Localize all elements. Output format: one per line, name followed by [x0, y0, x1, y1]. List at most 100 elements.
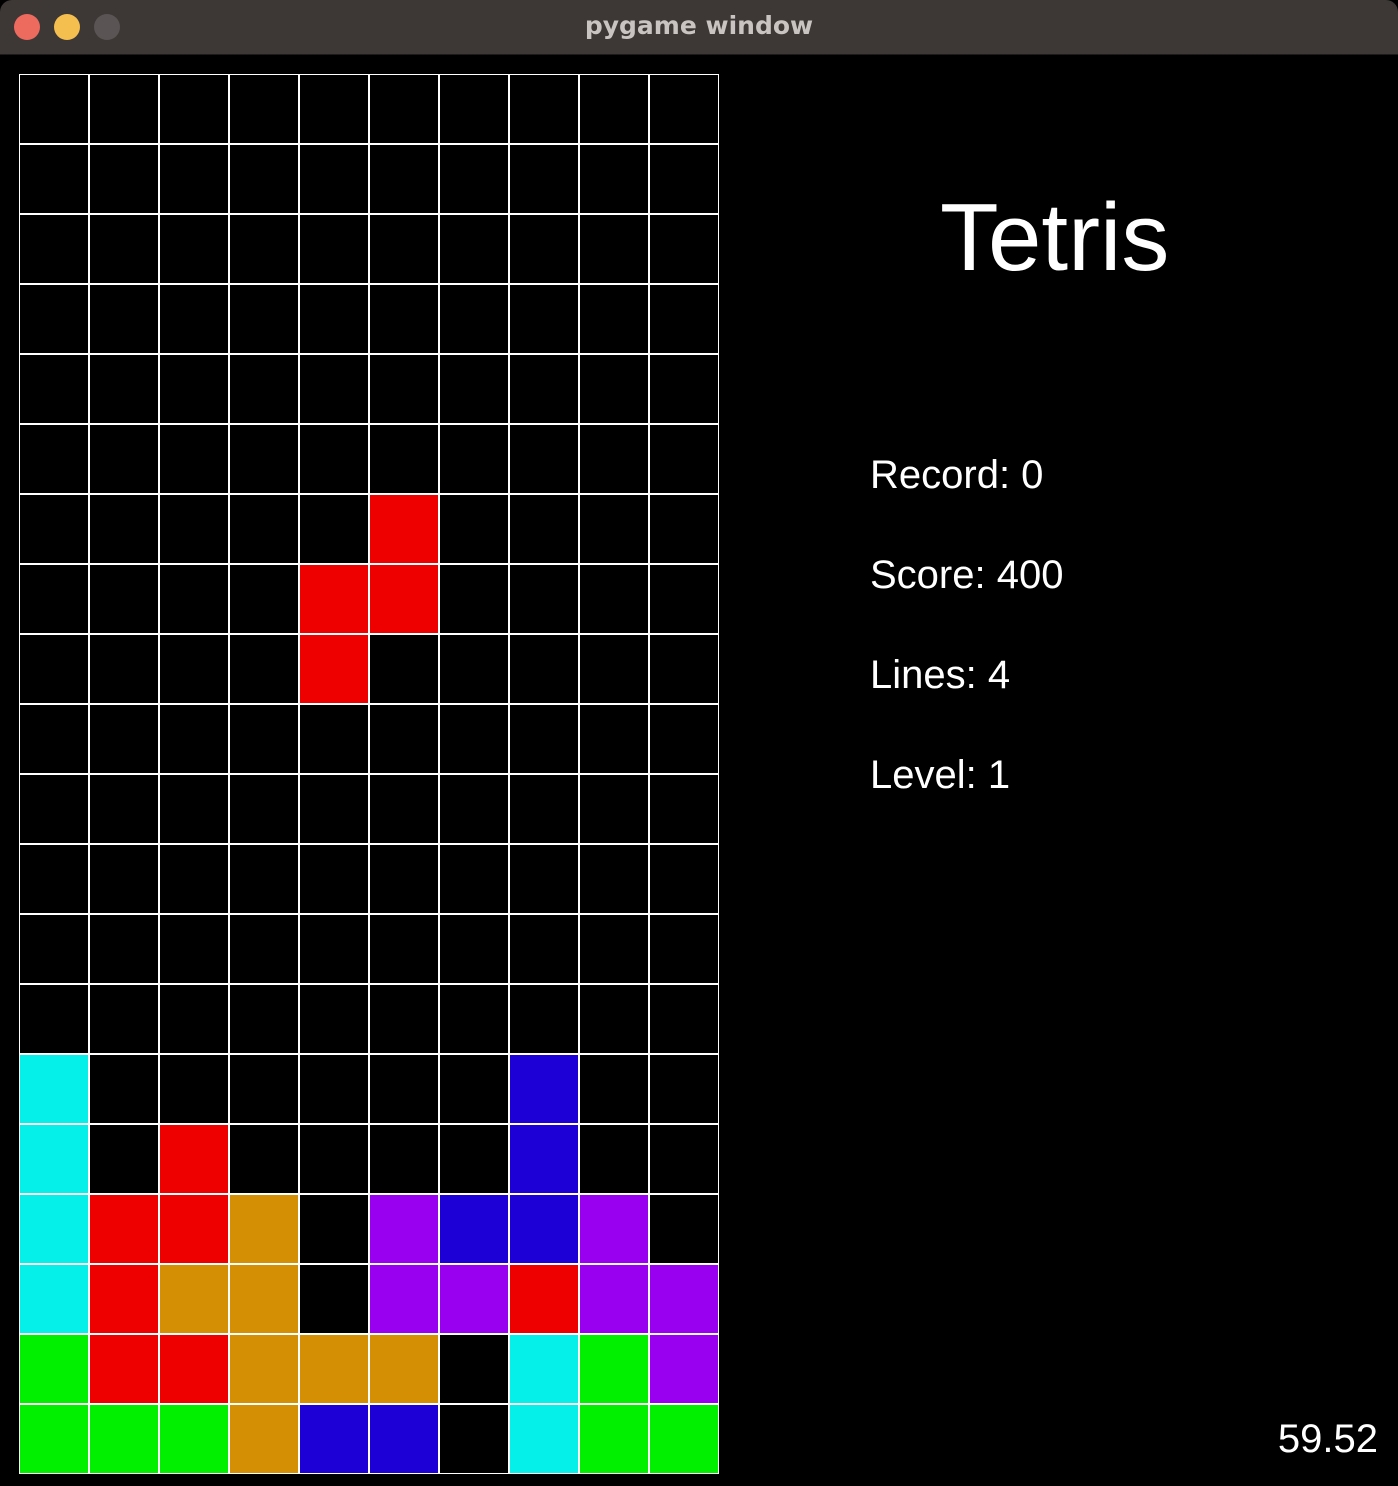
- title-bar[interactable]: pygame window: [0, 0, 1398, 55]
- empty-cell: [580, 215, 648, 283]
- empty-cell: [650, 75, 718, 143]
- empty-cell: [20, 425, 88, 493]
- empty-cell: [300, 355, 368, 423]
- empty-cell: [370, 145, 438, 213]
- empty-cell: [20, 635, 88, 703]
- filled-cell: [510, 1055, 578, 1123]
- empty-cell: [580, 775, 648, 843]
- empty-cell: [230, 1055, 298, 1123]
- filled-cell: [370, 565, 438, 633]
- empty-cell: [20, 845, 88, 913]
- empty-cell: [300, 425, 368, 493]
- empty-cell: [440, 285, 508, 353]
- empty-cell: [650, 495, 718, 563]
- filled-cell: [300, 1335, 368, 1403]
- empty-cell: [90, 915, 158, 983]
- empty-cell: [440, 985, 508, 1053]
- filled-cell: [20, 1265, 88, 1333]
- empty-cell: [230, 845, 298, 913]
- empty-cell: [160, 145, 228, 213]
- filled-cell: [370, 1265, 438, 1333]
- empty-cell: [160, 985, 228, 1053]
- empty-cell: [580, 565, 648, 633]
- empty-cell: [300, 1125, 368, 1193]
- empty-cell: [230, 355, 298, 423]
- empty-cell: [20, 565, 88, 633]
- game-window: pygame window Tetris Record: 0 Score: 40…: [0, 0, 1398, 1486]
- empty-cell: [510, 425, 578, 493]
- empty-cell: [20, 915, 88, 983]
- empty-cell: [650, 1055, 718, 1123]
- empty-cell: [90, 215, 158, 283]
- empty-cell: [230, 565, 298, 633]
- game-title: Tetris: [940, 184, 1170, 291]
- filled-cell: [510, 1195, 578, 1263]
- level-label: Level: 1: [870, 753, 1011, 797]
- empty-cell: [160, 915, 228, 983]
- empty-cell: [90, 75, 158, 143]
- empty-cell: [440, 1125, 508, 1193]
- filled-cell: [370, 1405, 438, 1473]
- empty-cell: [370, 1125, 438, 1193]
- empty-cell: [440, 705, 508, 773]
- empty-cell: [160, 355, 228, 423]
- filled-cell: [510, 1125, 578, 1193]
- empty-cell: [300, 845, 368, 913]
- empty-cell: [510, 705, 578, 773]
- filled-cell: [440, 1195, 508, 1263]
- filled-cell: [90, 1405, 158, 1473]
- empty-cell: [370, 355, 438, 423]
- empty-cell: [650, 845, 718, 913]
- empty-cell: [580, 495, 648, 563]
- empty-cell: [90, 1125, 158, 1193]
- empty-cell: [300, 1055, 368, 1123]
- empty-cell: [510, 845, 578, 913]
- empty-cell: [510, 145, 578, 213]
- empty-cell: [20, 705, 88, 773]
- empty-cell: [300, 75, 368, 143]
- empty-cell: [90, 495, 158, 563]
- empty-cell: [510, 285, 578, 353]
- fps-counter: 59.52: [1277, 1417, 1378, 1461]
- empty-cell: [20, 75, 88, 143]
- filled-cell: [90, 1195, 158, 1263]
- empty-cell: [440, 215, 508, 283]
- tetris-board: [19, 74, 719, 1474]
- filled-cell: [230, 1265, 298, 1333]
- empty-cell: [160, 215, 228, 283]
- empty-cell: [440, 565, 508, 633]
- empty-cell: [90, 705, 158, 773]
- empty-cell: [230, 915, 298, 983]
- empty-cell: [20, 495, 88, 563]
- empty-cell: [580, 635, 648, 703]
- empty-cell: [160, 705, 228, 773]
- game-canvas[interactable]: Tetris Record: 0 Score: 400 Lines: 4 Lev…: [0, 55, 1398, 1486]
- lines-label: Lines: 4: [870, 653, 1011, 697]
- empty-cell: [370, 775, 438, 843]
- empty-cell: [300, 1195, 368, 1263]
- empty-cell: [650, 915, 718, 983]
- empty-cell: [440, 635, 508, 703]
- empty-cell: [20, 145, 88, 213]
- empty-cell: [90, 845, 158, 913]
- empty-cell: [160, 425, 228, 493]
- empty-cell: [580, 285, 648, 353]
- empty-cell: [650, 215, 718, 283]
- empty-cell: [300, 145, 368, 213]
- empty-cell: [440, 355, 508, 423]
- empty-cell: [90, 355, 158, 423]
- filled-cell: [650, 1405, 718, 1473]
- empty-cell: [370, 425, 438, 493]
- empty-cell: [650, 635, 718, 703]
- empty-cell: [300, 215, 368, 283]
- empty-cell: [90, 775, 158, 843]
- empty-cell: [650, 1125, 718, 1193]
- empty-cell: [370, 285, 438, 353]
- empty-cell: [300, 985, 368, 1053]
- filled-cell: [580, 1335, 648, 1403]
- empty-cell: [230, 635, 298, 703]
- filled-cell: [230, 1335, 298, 1403]
- empty-cell: [580, 1055, 648, 1123]
- empty-cell: [440, 145, 508, 213]
- empty-cell: [510, 915, 578, 983]
